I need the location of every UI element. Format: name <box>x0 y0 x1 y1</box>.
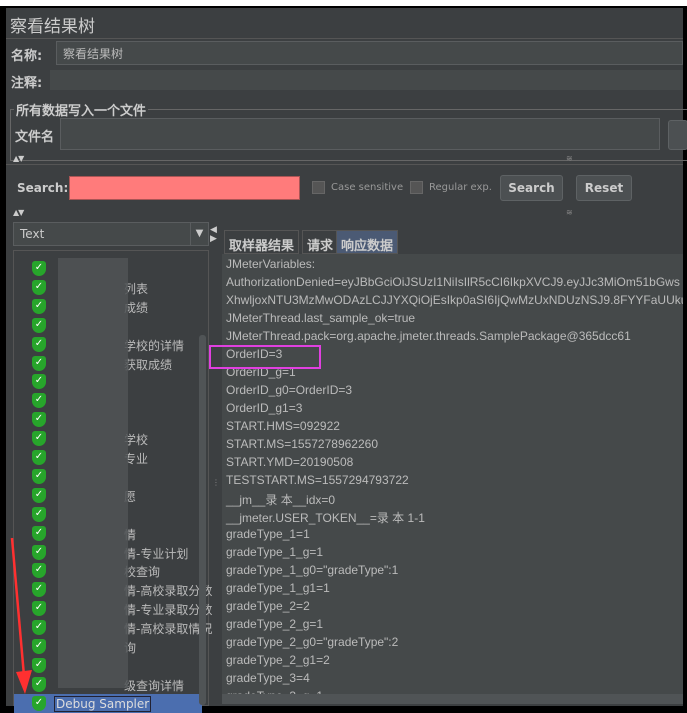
collapse-arrows-icon[interactable]: ◀ ▶ <box>210 226 217 244</box>
top-strip <box>0 0 687 6</box>
case-sensitive-label: Case sensitive <box>331 182 404 193</box>
response-line: gradeType_2_g0="gradeType":2 <box>226 635 399 649</box>
tab-sampler-result[interactable]: 取样器结果 <box>224 230 300 254</box>
chevron-down-icon[interactable]: ▼ <box>190 223 208 245</box>
success-shield-icon: ✓ <box>32 450 46 465</box>
response-line: JMeterVariables: <box>226 257 316 271</box>
success-shield-icon: ✓ <box>32 431 46 447</box>
tree-item[interactable]: ✓ Debug Sampler <box>14 693 202 713</box>
success-shield-icon: ✓ <box>32 298 46 314</box>
response-line: START.MS=1557278962260 <box>226 437 378 451</box>
response-line: gradeType_2_g1=2 <box>226 653 330 667</box>
comment-input[interactable] <box>50 70 683 90</box>
response-line: gradeType_2_g=1 <box>226 617 324 631</box>
panel-title: 察看结果树 <box>10 17 95 37</box>
split-arrows-icon[interactable]: ▲▼ <box>13 154 24 163</box>
search-input[interactable] <box>69 176 300 200</box>
response-line: gradeType_1_g1=1 <box>226 581 330 595</box>
response-line: TESTSTART.MS=1557294793722 <box>226 473 409 487</box>
response-line: JMeterThread.last_sample_ok=true <box>226 311 416 325</box>
response-line: gradeType_3=4 <box>226 671 310 685</box>
tab-request[interactable]: 请求 <box>302 230 339 254</box>
view-results-tree-panel: 察看结果树 名称: 察看结果树 注释: 所有数据写入一个文件 文件名 ▲▼ ≋ … <box>6 8 687 713</box>
tree-item-label: 学校的详情 <box>124 338 185 353</box>
response-line: gradeType_1_g=1 <box>226 545 324 559</box>
response-line: OrderID_g1=3 <box>226 401 303 415</box>
tree-item-label: 级查询详情 <box>124 678 185 693</box>
filename-label: 文件名 <box>15 130 55 145</box>
success-shield-icon: ✓ <box>32 355 46 371</box>
response-line: __jmeter.USER_TOKEN__=录 本 1-1 <box>226 511 425 525</box>
search-label: Search: <box>17 181 69 195</box>
split-grip-icon-2[interactable]: ≋ <box>566 208 573 217</box>
regex-checkbox[interactable] <box>410 181 423 194</box>
name-label: 名称: <box>11 49 43 64</box>
comment-label: 注释: <box>11 76 43 91</box>
name-input[interactable]: 察看结果树 <box>56 41 683 65</box>
renderer-select[interactable]: Text ▼ <box>13 222 209 246</box>
response-line: START.YMD=20190508 <box>226 455 354 469</box>
success-shield-icon: ✓ <box>32 393 46 409</box>
search-button[interactable]: Search <box>500 175 563 201</box>
response-text-area[interactable]: JMeterVariables: AuthorizationDenied=eyJB… <box>222 254 683 694</box>
reset-button[interactable]: Reset <box>576 175 632 201</box>
success-shield-icon: ✓ <box>32 317 46 333</box>
browse-button[interactable] <box>668 120 687 150</box>
success-shield-icon: ✓ <box>32 487 46 503</box>
renderer-value: Text <box>20 227 45 241</box>
response-line: __jm__录 本__idx=0 <box>226 493 336 507</box>
tree-item-label: 校查询 <box>124 565 161 580</box>
highlight-box <box>209 345 321 369</box>
success-shield-icon: ✓ <box>32 261 46 276</box>
split-grip-icon[interactable]: ≋ <box>566 154 573 163</box>
response-line: JMeterThread.pack=org.apache.jmeter.thre… <box>226 329 631 343</box>
redacted-area <box>58 258 128 688</box>
response-line: AuthorizationDenied=eyJBbGciOiJSUzI1NiIs… <box>226 275 680 289</box>
response-line: XhwljoxNTU3MzMwODAzLCJJYXQiOjEsIkp0aSI6I… <box>226 293 683 307</box>
response-line: gradeType_2=2 <box>226 599 310 613</box>
tree-item-label: 获取成绩 <box>124 357 173 372</box>
success-shield-icon: ✓ <box>32 374 46 390</box>
vertical-split-grip-icon[interactable]: ⋮ <box>212 478 220 487</box>
regex-label: Regular exp. <box>429 182 492 193</box>
success-shield-icon: ✓ <box>32 468 46 484</box>
file-group-label: 所有数据写入一个文件 <box>14 100 149 119</box>
case-sensitive-checkbox[interactable] <box>312 181 325 194</box>
tree-scrollbar[interactable] <box>199 335 206 705</box>
response-line: OrderID_g0=OrderID=3 <box>226 383 353 397</box>
response-line: START.HMS=092922 <box>226 419 340 433</box>
success-shield-icon: ✓ <box>32 412 46 428</box>
success-shield-icon: ✓ <box>32 279 46 295</box>
split-arrows-icon-2[interactable]: ▲▼ <box>13 208 24 217</box>
tree-item-label: Debug Sampler <box>54 695 152 712</box>
success-shield-icon: ✓ <box>32 336 46 352</box>
filename-input[interactable] <box>60 118 660 150</box>
horizontal-scrollbar[interactable] <box>222 694 683 704</box>
tab-response-data[interactable]: 响应数据 <box>336 230 399 254</box>
response-line: gradeType_1_g0="gradeType":1 <box>226 563 399 577</box>
success-shield-icon: ✓ <box>32 506 46 522</box>
red-arrow-icon <box>10 538 32 694</box>
tree-item-label: 情-专业计划 <box>124 546 189 561</box>
response-line: gradeType_1=1 <box>226 527 310 541</box>
